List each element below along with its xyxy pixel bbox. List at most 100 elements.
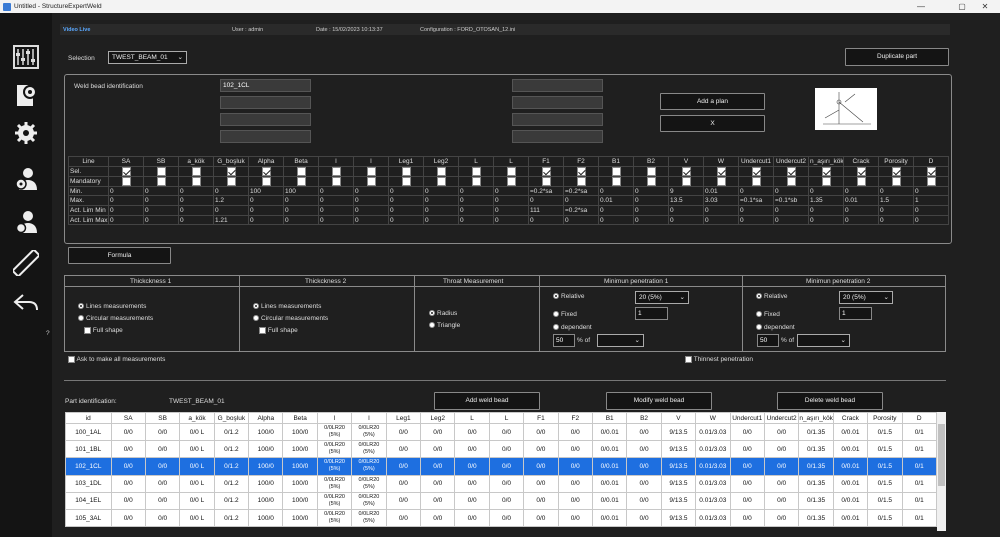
param-cell[interactable]: 0: [808, 214, 844, 226]
grid-cell[interactable]: 0/0.01: [832, 422, 869, 442]
grid-cell[interactable]: 0/0LR20 (5%): [351, 440, 387, 459]
add-plan-button[interactable]: Add a plan: [660, 93, 765, 110]
grid-col-header[interactable]: l: [316, 412, 353, 424]
grid-cell[interactable]: 0/1.5: [867, 508, 903, 528]
grid-cell[interactable]: 0/0: [488, 508, 525, 528]
bead-id-field-1[interactable]: 102_1CL: [220, 79, 311, 92]
mandatory-checkbox[interactable]: [261, 177, 271, 186]
param-cell[interactable]: 0: [178, 195, 214, 207]
grid-cell[interactable]: 0.01/3.03: [695, 457, 731, 476]
param-cell[interactable]: 0: [248, 205, 284, 216]
param-cell[interactable]: 1: [913, 195, 949, 207]
grid-cell[interactable]: 0/0LR20 (5%): [316, 491, 353, 510]
param-cell[interactable]: 0: [178, 214, 214, 226]
param-cell[interactable]: 0: [843, 185, 879, 197]
param-cell[interactable]: 0: [598, 205, 634, 216]
param-cell[interactable]: 0: [353, 185, 389, 197]
sel-checkbox[interactable]: [786, 167, 796, 176]
selection-dropdown[interactable]: TWEST_BEAM_01 ⌄: [108, 51, 187, 64]
grid-cell[interactable]: 0/0: [523, 422, 559, 442]
mandatory-checkbox[interactable]: [401, 177, 411, 186]
gears-icon[interactable]: [12, 120, 40, 148]
grid-cell[interactable]: 0/0: [557, 474, 593, 493]
grid-cell[interactable]: 0/0: [454, 457, 490, 476]
grid-col-header[interactable]: n_aşırı_kök: [798, 412, 834, 424]
grid-cell[interactable]: 105_3AL: [65, 508, 112, 528]
param-cell[interactable]: 0: [388, 214, 424, 226]
ruler-icon[interactable]: [12, 249, 40, 277]
p2-relative-dropdown[interactable]: 20 (5%) ⌄: [839, 291, 893, 304]
grid-cell[interactable]: 0/0: [523, 440, 559, 459]
param-cell[interactable]: 0: [353, 214, 389, 226]
param-cell[interactable]: 0: [913, 214, 949, 226]
mandatory-checkbox[interactable]: [716, 177, 726, 186]
grid-cell[interactable]: 0/0LR20 (5%): [351, 422, 387, 442]
param-cell[interactable]: 1.2: [213, 195, 249, 207]
grid-cell[interactable]: 101_1BL: [65, 440, 112, 459]
throat-triangle-radio[interactable]: Triangle: [429, 322, 460, 329]
grid-cell[interactable]: 0/0: [385, 474, 422, 493]
t1-circular-radio[interactable]: Circular measurements: [78, 315, 153, 322]
ask-all-measurements-checkbox[interactable]: Ask to make all measurements: [68, 356, 165, 363]
table-row[interactable]: 100_1AL 0/0 0/0 0/0 L 0/1.2 100/0 100/0 0/0LR20…: [65, 422, 937, 442]
sel-checkbox[interactable]: [366, 167, 376, 176]
param-cell[interactable]: 1.35: [808, 195, 844, 207]
grid-col-header[interactable]: D: [901, 412, 937, 424]
p2-fixed-input[interactable]: 1: [839, 307, 872, 320]
param-cell[interactable]: 0: [563, 195, 599, 207]
grid-cell[interactable]: 0/0 L: [179, 422, 215, 442]
p1-dependent-dropdown[interactable]: ⌄: [597, 334, 644, 347]
mandatory-checkbox[interactable]: [156, 177, 166, 186]
grid-col-header[interactable]: id: [65, 412, 112, 424]
grid-cell[interactable]: 0/0LR20 (5%): [351, 508, 387, 528]
grid-cell[interactable]: 0/0: [454, 508, 490, 528]
sel-checkbox[interactable]: [156, 167, 166, 176]
table-row[interactable]: 103_1DL 0/0 0/0 0/0 L 0/1.2 100/0 100/0 0/0LR20…: [65, 474, 937, 493]
param-cell[interactable]: 0: [668, 214, 704, 226]
p1-relative-dropdown[interactable]: 20 (5%) ⌄: [635, 291, 689, 304]
grid-cell[interactable]: 104_1EL: [65, 491, 112, 510]
grid-col-header[interactable]: Leg1: [385, 412, 422, 424]
param-cell[interactable]: =0.2*sa: [563, 185, 599, 197]
param-cell[interactable]: =0.2*sa: [563, 205, 599, 216]
t2-full-shape-checkbox[interactable]: Full shape: [259, 327, 298, 334]
grid-col-header[interactable]: B2: [626, 412, 662, 424]
param-cell[interactable]: 0: [318, 205, 354, 216]
p1-fixed-input[interactable]: 1: [635, 307, 668, 320]
grid-cell[interactable]: 0/0.01: [591, 491, 628, 510]
grid-cell[interactable]: 9/13.5: [660, 440, 697, 459]
grid-cell[interactable]: 0/0.01: [591, 440, 628, 459]
grid-cell[interactable]: 0/1.5: [867, 474, 903, 493]
grid-cell[interactable]: 0.01/3.03: [695, 491, 731, 510]
param-cell[interactable]: =0.2*sa: [528, 185, 564, 197]
sel-checkbox[interactable]: [856, 167, 866, 176]
sel-checkbox[interactable]: [261, 167, 271, 176]
param-cell[interactable]: 0: [878, 205, 914, 216]
mandatory-checkbox[interactable]: [926, 177, 936, 186]
grid-cell[interactable]: 0/0LR20 (5%): [316, 474, 353, 493]
grid-cell[interactable]: 0/0: [144, 508, 181, 528]
grid-cell[interactable]: 0/0: [385, 422, 422, 442]
grid-cell[interactable]: 0/1.35: [798, 440, 834, 459]
mandatory-checkbox[interactable]: [786, 177, 796, 186]
grid-cell[interactable]: 0/0LR20 (5%): [316, 440, 353, 459]
table-row[interactable]: 102_1CL 0/0 0/0 0/0 L 0/1.2 100/0 100/0 0/0LR20…: [65, 457, 937, 476]
param-cell[interactable]: 0: [843, 205, 879, 216]
grid-cell[interactable]: 0/0: [488, 457, 525, 476]
grid-cell[interactable]: 0/1: [901, 474, 937, 493]
grid-cell[interactable]: 0/0: [557, 457, 593, 476]
grid-cell[interactable]: 100/0: [282, 440, 318, 459]
param-cell[interactable]: 0: [213, 205, 249, 216]
param-cell[interactable]: 0: [178, 185, 214, 197]
param-cell[interactable]: 0: [318, 214, 354, 226]
grid-cell[interactable]: 0/0: [144, 440, 181, 459]
back-arrow-icon[interactable]: [12, 289, 40, 317]
param-cell[interactable]: 0: [458, 195, 494, 207]
param-cell[interactable]: 0: [598, 214, 634, 226]
param-cell[interactable]: 111: [528, 205, 564, 216]
p2-percent-input[interactable]: 50: [757, 334, 779, 347]
grid-cell[interactable]: 100/0: [282, 474, 318, 493]
table-row[interactable]: 105_3AL 0/0 0/0 0/0 L 0/1.2 100/0 100/0 0/0LR20…: [65, 508, 937, 528]
param-cell[interactable]: 0: [528, 195, 564, 207]
formula-button[interactable]: Formula: [68, 247, 171, 264]
